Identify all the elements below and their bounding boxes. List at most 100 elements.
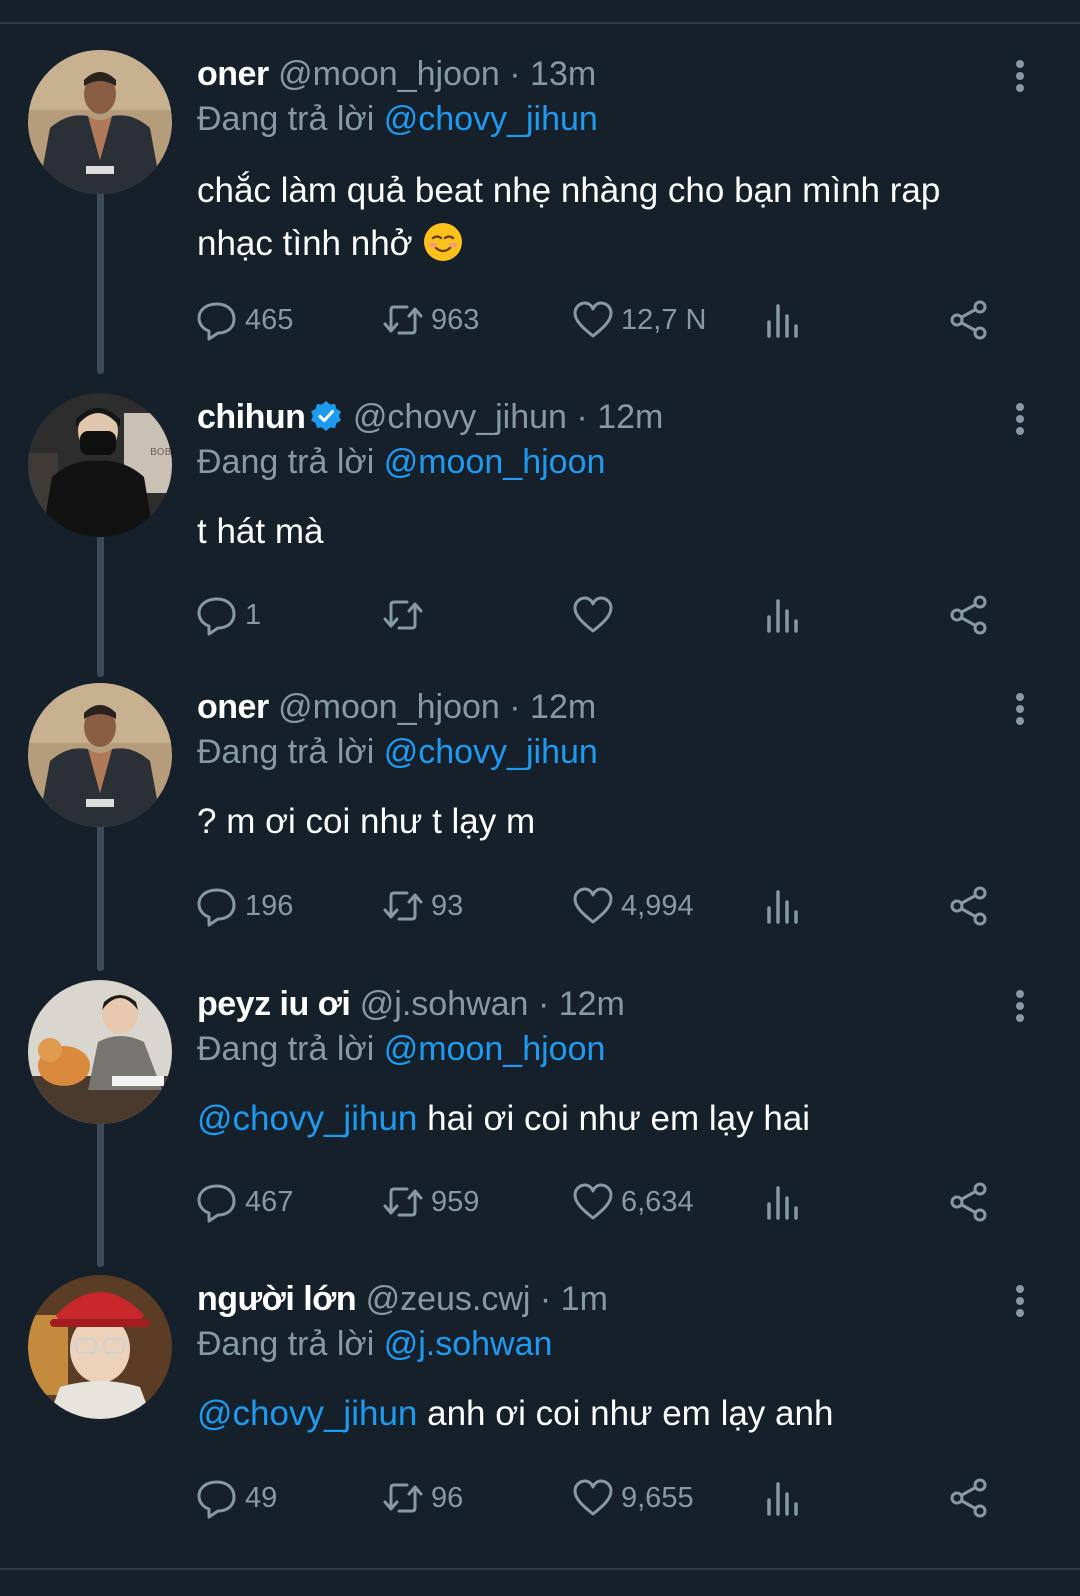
like-count: 4,994 <box>621 889 694 922</box>
reply-count: 49 <box>245 1481 278 1514</box>
username[interactable]: @moon_hjoon <box>278 55 500 93</box>
more-options-icon[interactable] <box>1012 689 1028 729</box>
smiling-face-icon <box>424 223 463 261</box>
tweet[interactable]: BOB chihun @chovy_jihun · 12m Đang trả l… <box>0 393 1080 653</box>
tweet-text: @chovy_jihun hai ơi coi như em lạy hai <box>197 1092 1017 1145</box>
reply-button[interactable]: 467 <box>195 1177 293 1227</box>
heart-icon <box>573 1183 613 1220</box>
analytics-button[interactable] <box>761 295 805 345</box>
more-options-icon[interactable] <box>1012 56 1028 96</box>
tweet[interactable]: oner @moon_hjoon · 13m Đang trả lời @cho… <box>0 50 1080 360</box>
tweet-text: ? m ơi coi như t lạy m <box>197 795 1017 848</box>
retweet-button[interactable] <box>381 590 431 640</box>
retweet-button[interactable]: 959 <box>381 1177 479 1227</box>
reply-mention-link[interactable]: @chovy_jihun <box>384 733 598 771</box>
tweet-text-line: anh ơi coi như em lạy anh <box>417 1394 834 1433</box>
heart-icon <box>573 887 613 924</box>
more-options-icon[interactable] <box>1012 986 1028 1026</box>
tweet-header: peyz iu ơi @j.sohwan · 12m <box>197 980 625 1028</box>
username[interactable]: @chovy_jihun <box>353 398 567 436</box>
more-options-icon[interactable] <box>1012 399 1028 439</box>
like-button[interactable]: 9,655 <box>571 1473 694 1523</box>
share-icon <box>950 300 987 340</box>
reply-button[interactable]: 1 <box>195 590 261 640</box>
reply-button[interactable]: 196 <box>195 881 293 931</box>
avatar[interactable] <box>28 1275 172 1419</box>
reply-count: 196 <box>245 889 294 922</box>
like-count: 9,655 <box>621 1481 694 1514</box>
retweet-button[interactable]: 93 <box>381 881 463 931</box>
username[interactable]: @zeus.cwj <box>366 1280 531 1318</box>
reply-button[interactable]: 49 <box>195 1473 277 1523</box>
tweet[interactable]: peyz iu ơi @j.sohwan · 12m Đang trả lời … <box>0 980 1080 1250</box>
share-button[interactable] <box>947 1177 991 1227</box>
retweet-icon <box>383 1187 423 1217</box>
share-button[interactable] <box>947 295 991 345</box>
tweet[interactable]: người lớn @zeus.cwj · 1m Đang trả lời @j… <box>0 1275 1080 1545</box>
tweet-header: người lớn @zeus.cwj · 1m <box>197 1275 608 1323</box>
retweet-icon <box>383 600 423 630</box>
reply-mention-link[interactable]: @chovy_jihun <box>384 100 598 138</box>
like-count: 6,634 <box>621 1185 694 1218</box>
body-mention-link[interactable]: @chovy_jihun <box>197 1394 417 1433</box>
share-button[interactable] <box>947 881 991 931</box>
analytics-button[interactable] <box>761 1473 805 1523</box>
retweet-icon <box>383 891 423 921</box>
reply-mention-link[interactable]: @moon_hjoon <box>384 1030 606 1068</box>
share-button[interactable] <box>947 590 991 640</box>
timestamp[interactable]: · 12m <box>509 688 596 726</box>
retweet-button[interactable]: 96 <box>381 1473 463 1523</box>
reply-context: Đang trả lời @moon_hjoon <box>197 1026 605 1072</box>
tweet-text-line: ? m ơi coi như t lạy m <box>197 802 536 841</box>
reply-button[interactable]: 465 <box>195 295 293 345</box>
display-name[interactable]: người lớn <box>197 1280 357 1318</box>
svg-text:BOB: BOB <box>150 447 172 458</box>
reply-context: Đang trả lời @chovy_jihun <box>197 729 598 775</box>
tweet-actions: 1 <box>195 590 1025 640</box>
retweet-count: 963 <box>431 303 480 336</box>
tweet-text-line: chắc làm quả beat nhẹ nhàng cho bạn mình… <box>197 171 941 210</box>
username[interactable]: @moon_hjoon <box>278 688 500 726</box>
tweet-actions: 465 963 12,7 N <box>195 295 1025 345</box>
tweet-header: oner @moon_hjoon · 12m <box>197 683 596 731</box>
reply-icon <box>197 1480 236 1519</box>
share-button[interactable] <box>947 1473 991 1523</box>
verified-badge-icon <box>311 401 342 431</box>
analytics-icon <box>767 890 798 924</box>
avatar[interactable] <box>28 50 172 194</box>
reply-count: 465 <box>245 303 294 336</box>
retweet-icon <box>383 305 423 335</box>
analytics-button[interactable] <box>761 1177 805 1227</box>
analytics-button[interactable] <box>761 881 805 931</box>
avatar[interactable] <box>28 683 172 827</box>
timestamp[interactable]: · 1m <box>540 1280 608 1318</box>
retweet-button[interactable]: 963 <box>381 295 479 345</box>
analytics-button[interactable] <box>761 590 805 640</box>
timestamp[interactable]: · 13m <box>509 55 596 93</box>
like-button[interactable] <box>571 590 621 640</box>
reply-mention-link[interactable]: @j.sohwan <box>384 1325 553 1363</box>
like-button[interactable]: 12,7 N <box>571 295 706 345</box>
reply-prefix: Đang trả lời <box>197 733 375 771</box>
display-name[interactable]: peyz iu ơi <box>197 985 351 1023</box>
reply-icon <box>197 1184 236 1223</box>
analytics-icon <box>767 1482 798 1516</box>
like-button[interactable]: 6,634 <box>571 1177 694 1227</box>
avatar[interactable] <box>28 980 172 1124</box>
display-name[interactable]: oner <box>197 688 269 726</box>
share-icon <box>950 1478 987 1518</box>
display-name[interactable]: oner <box>197 55 269 93</box>
reply-count: 467 <box>245 1185 294 1218</box>
timestamp[interactable]: · 12m <box>576 398 663 436</box>
bottom-divider <box>0 1568 1080 1570</box>
reply-mention-link[interactable]: @moon_hjoon <box>384 443 606 481</box>
reply-context: Đang trả lời @moon_hjoon <box>197 439 605 485</box>
body-mention-link[interactable]: @chovy_jihun <box>197 1099 417 1138</box>
username[interactable]: @j.sohwan <box>360 985 529 1023</box>
avatar[interactable]: BOB <box>28 393 172 537</box>
display-name[interactable]: chihun <box>197 398 306 436</box>
like-button[interactable]: 4,994 <box>571 881 694 931</box>
more-options-icon[interactable] <box>1012 1281 1028 1321</box>
timestamp[interactable]: · 12m <box>538 985 625 1023</box>
tweet[interactable]: oner @moon_hjoon · 12m Đang trả lời @cho… <box>0 683 1080 953</box>
